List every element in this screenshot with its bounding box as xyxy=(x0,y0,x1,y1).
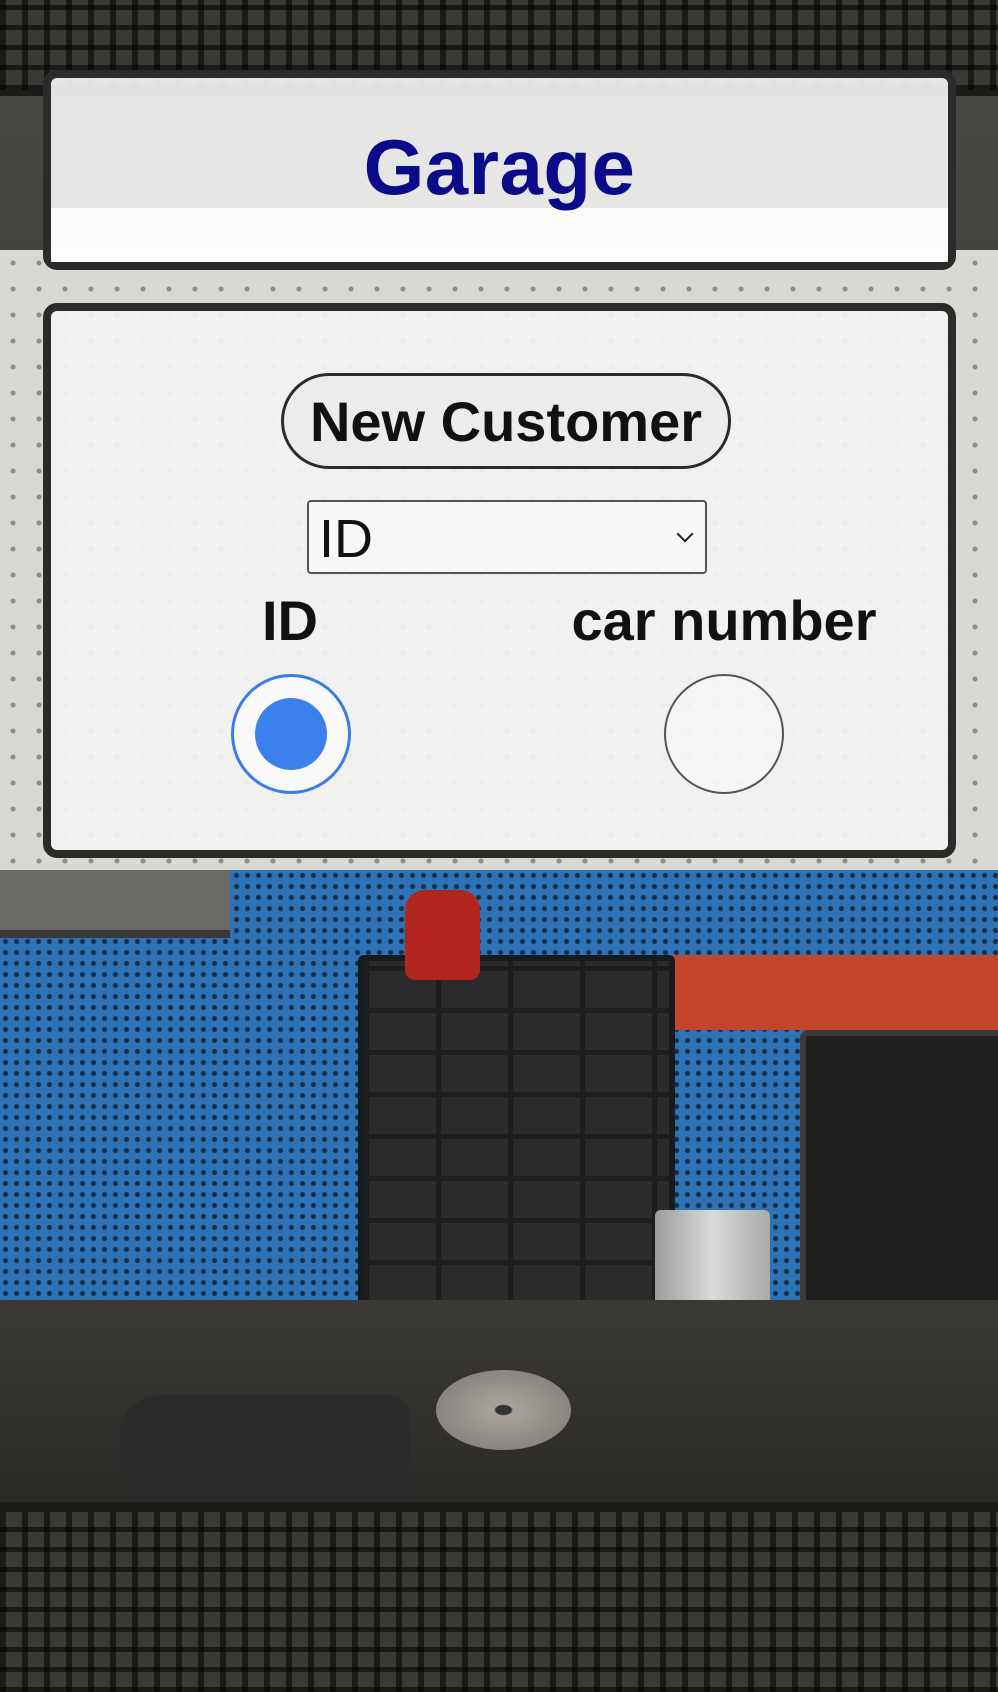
bench-decoration xyxy=(0,870,230,938)
search-by-select[interactable]: ID xyxy=(307,500,707,574)
radio-selected-dot xyxy=(255,698,327,770)
radio-label-id: ID xyxy=(262,589,318,652)
bottom-grille-decoration xyxy=(0,1502,998,1692)
customer-search-panel: New Customer ID ID car number xyxy=(43,303,956,858)
oil-can-decoration xyxy=(405,890,480,980)
header-highlight-strip xyxy=(51,208,948,262)
grinder-disc-decoration xyxy=(436,1370,571,1450)
header-panel: Garage xyxy=(43,70,956,270)
page-title: Garage xyxy=(363,123,636,211)
radio-label-car-number: car number xyxy=(571,589,877,652)
red-tray-decoration xyxy=(659,955,998,1030)
radio-car-number[interactable] xyxy=(664,674,784,794)
drill-decoration xyxy=(120,1395,410,1505)
chevron-down-icon xyxy=(676,525,694,543)
new-customer-button[interactable]: New Customer xyxy=(281,373,731,469)
search-by-select-value: ID xyxy=(319,509,373,569)
radio-id[interactable] xyxy=(231,674,351,794)
